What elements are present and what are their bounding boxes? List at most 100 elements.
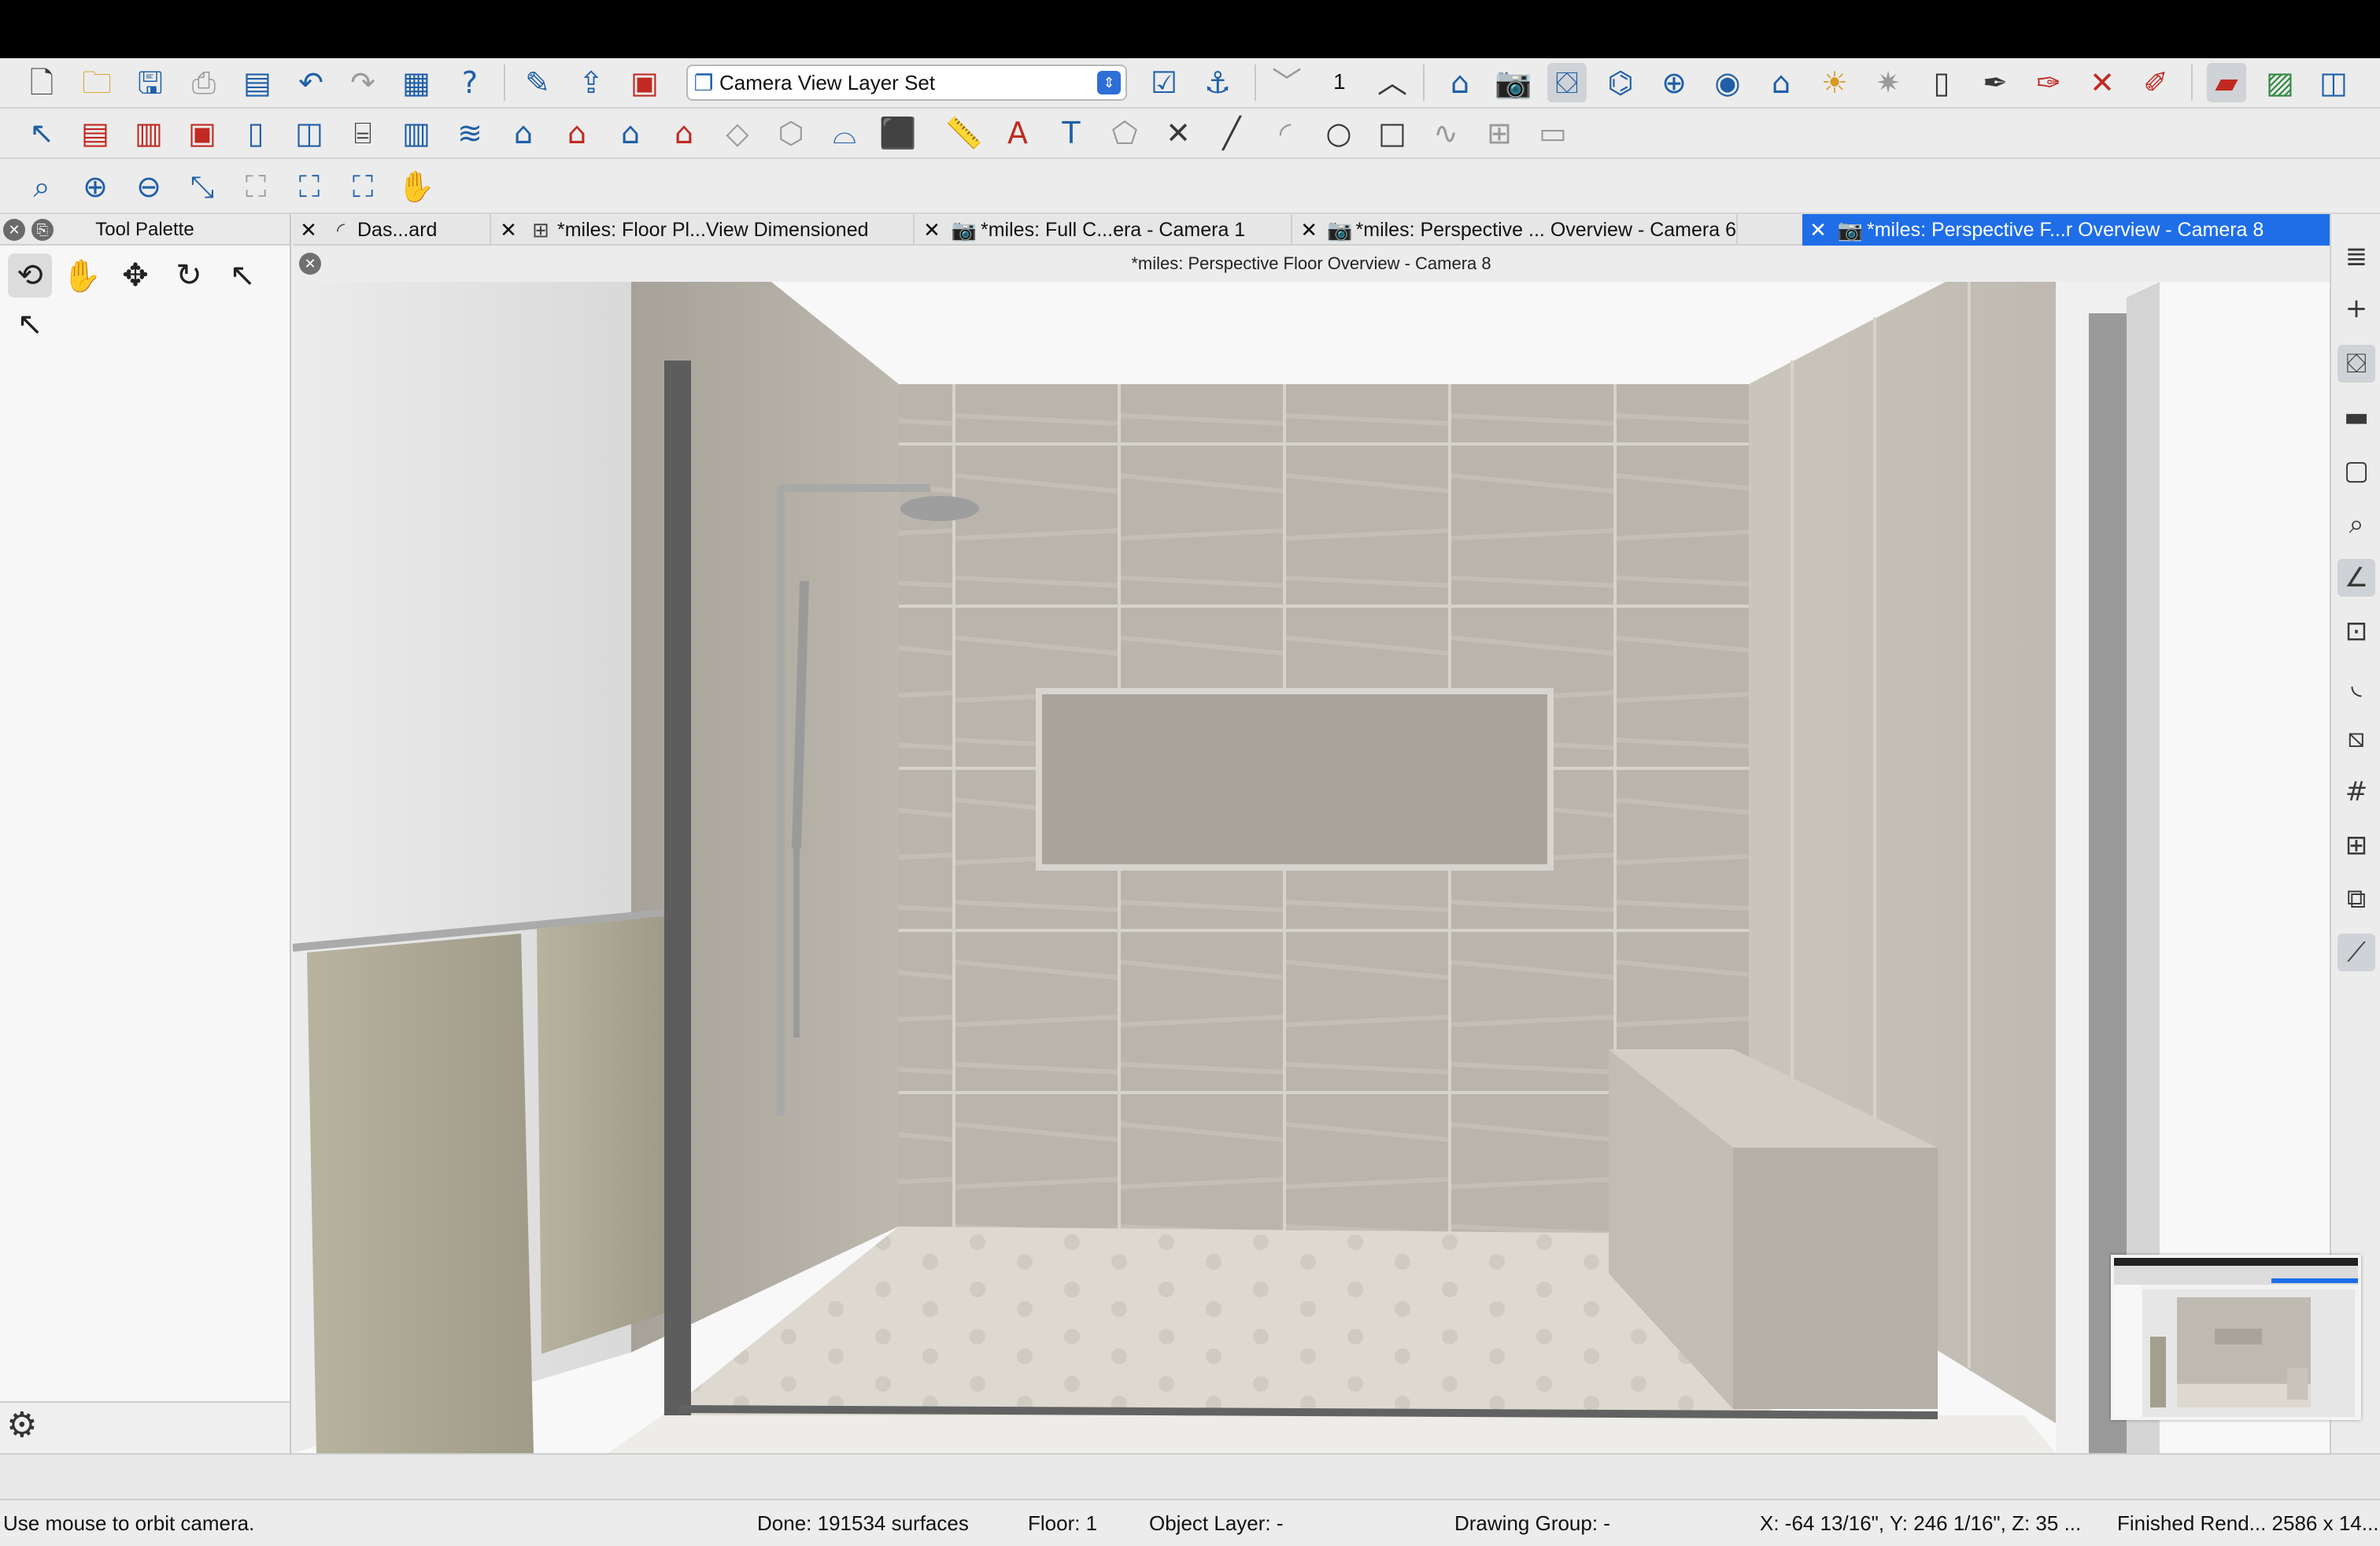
layer-display-icon[interactable]: ▰ <box>2207 63 2246 102</box>
zoom-box-icon[interactable]: ⌕ <box>22 167 61 206</box>
ceiling-icon[interactable]: ⌂ <box>664 113 704 153</box>
molding-icon[interactable]: ⌓ <box>825 113 864 153</box>
anchor-icon[interactable]: ⚓ <box>1198 63 1237 102</box>
add-icon[interactable]: + <box>2338 290 2375 327</box>
3d-render-viewport[interactable] <box>293 282 2330 1453</box>
print-preview-icon[interactable]: ▤ <box>238 63 277 102</box>
window-icon[interactable]: ◫ <box>290 113 329 153</box>
camera-orbit-icon[interactable]: ◉ <box>1708 63 1747 102</box>
material-painter-icon[interactable]: ✑ <box>2029 63 2068 102</box>
door-icon[interactable]: ▯ <box>236 113 275 153</box>
wall-icon[interactable]: ▤ <box>76 113 115 153</box>
layout-icon[interactable]: ▦ <box>397 63 436 102</box>
edit-icon[interactable]: ✎ <box>518 63 557 102</box>
move-tool-icon[interactable]: ✥ <box>113 253 157 298</box>
tab-floor-plan[interactable]: ✕ ⊞ *miles: Floor Pl...View Dimensioned <box>493 214 915 246</box>
railing-icon[interactable]: ▥ <box>129 113 168 153</box>
pencil-icon[interactable]: ✐ <box>2136 63 2175 102</box>
spline-icon[interactable]: ∿ <box>1426 113 1465 153</box>
rooms-icon[interactable]: ▯ <box>1922 63 1961 102</box>
fill-window-icon[interactable]: ⛶ <box>236 167 275 206</box>
stair-icon[interactable]: ⌸ <box>343 113 382 153</box>
dimension-icon[interactable]: A <box>998 113 1037 153</box>
delete-line-icon[interactable]: ✕ <box>1159 113 1198 153</box>
fill-window-content-icon[interactable]: ⛶ <box>290 167 329 206</box>
tab-camera-1[interactable]: ✕ 📷 *miles: Full C...era - Camera 1 <box>916 214 1292 246</box>
close-tab-icon[interactable]: ✕ <box>916 218 948 242</box>
circle-icon[interactable]: ○ <box>1319 113 1358 153</box>
text-icon[interactable]: T <box>1051 113 1091 153</box>
floor-icon[interactable]: ◇ <box>718 113 757 153</box>
cursor-tool-icon[interactable]: ↖ <box>8 302 52 346</box>
terrain-icon[interactable]: ⧅ <box>2338 719 2375 757</box>
undo-icon[interactable]: ↶ <box>291 63 331 102</box>
export-icon[interactable]: ⇪ <box>571 63 611 102</box>
sun-icon[interactable]: ✷ <box>1868 63 1908 102</box>
fit-icon[interactable]: ⛶ <box>343 167 382 206</box>
column-icon[interactable]: ▥ <box>397 113 436 153</box>
house-icon[interactable]: ⌂ <box>1440 63 1480 102</box>
camera-orbit-tool-icon[interactable]: ⟲ <box>8 253 52 298</box>
close-view-icon[interactable]: ✕ <box>299 253 321 275</box>
grid-check-icon[interactable]: ⊞ <box>2338 827 2375 864</box>
save-as-icon[interactable]: ▣ <box>625 63 664 102</box>
close-tab-icon[interactable]: ✕ <box>1802 218 1834 242</box>
dormer-icon[interactable]: ⌂ <box>611 113 650 153</box>
tab-camera-6[interactable]: ✕ 📷 *miles: Perspective ... Overview - C… <box>1294 214 1738 246</box>
split-view-icon[interactable]: ◫ <box>2314 63 2353 102</box>
grid-icon[interactable]: # <box>2338 773 2375 811</box>
open-folder-icon[interactable]: 🗀 <box>77 63 116 102</box>
ruler-icon[interactable]: 📏 <box>944 113 984 153</box>
tab-dashboard[interactable]: ✕ ◜ Das...ard <box>293 214 491 246</box>
page-icon[interactable]: ▢ <box>2338 452 2375 490</box>
light-icon[interactable]: ☀ <box>1815 63 1854 102</box>
curve-icon[interactable]: ◟ <box>2338 666 2375 704</box>
camera-settings-icon[interactable]: ⛋ <box>1547 63 1587 102</box>
palette-close-icon[interactable]: ✕ <box>3 219 25 241</box>
elevation-icon[interactable]: ⌬ <box>1601 63 1640 102</box>
angle-icon[interactable]: ∠ <box>2338 559 2375 597</box>
help-icon[interactable]: ? <box>450 63 490 102</box>
floor-up-icon[interactable]: ︿ <box>1373 63 1412 102</box>
line-icon[interactable]: ╱ <box>1212 113 1251 153</box>
gear-icon[interactable]: ⚙ <box>6 1405 37 1445</box>
material-icon[interactable]: ⛋ <box>2338 345 2375 383</box>
wall-type-icon[interactable]: ▬ <box>2338 398 2375 436</box>
layer-set-dropdown[interactable]: ❐ Camera View Layer Set ⇕ <box>686 65 1127 101</box>
pan-tool-icon[interactable]: ✋ <box>60 253 104 298</box>
tab-camera-8[interactable]: ✕ 📷 *miles: Perspective F...r Overview -… <box>1802 214 2336 246</box>
gable-icon[interactable]: ⌂ <box>557 113 597 153</box>
zoom-in-icon[interactable]: ⊕ <box>76 167 115 206</box>
library-icon[interactable]: ⊞ <box>1480 113 1519 153</box>
transform-icon[interactable]: ⧉ <box>2338 880 2375 918</box>
close-tab-icon[interactable]: ✕ <box>1294 218 1324 242</box>
cad-icon[interactable]: ▭ <box>1533 113 1572 153</box>
walkthrough-icon[interactable]: ⊕ <box>1654 63 1694 102</box>
render-thumbnail[interactable] <box>2111 1255 2361 1420</box>
zoom-out-icon[interactable]: ⊖ <box>129 167 168 206</box>
framing-icon[interactable]: ≋ <box>450 113 490 153</box>
close-tab-icon[interactable]: ✕ <box>293 218 324 242</box>
rectangle-icon[interactable]: □ <box>1373 113 1412 153</box>
select-tool-icon[interactable]: ↖ <box>220 253 264 298</box>
palette-float-icon[interactable]: ⎘ <box>31 219 54 241</box>
slab-icon[interactable]: ⬡ <box>771 113 811 153</box>
save-icon[interactable]: 🖫 <box>131 63 170 102</box>
box-icon[interactable]: ⬛ <box>878 113 918 153</box>
print-icon[interactable]: ⎙ <box>184 63 224 102</box>
shape-icon[interactable]: ⬠ <box>1105 113 1144 153</box>
undo-zoom-icon[interactable]: ⤡ <box>183 167 222 206</box>
rotate-tool-icon[interactable]: ↻ <box>167 253 211 298</box>
cabinet-icon[interactable]: ▣ <box>183 113 222 153</box>
select-icon[interactable]: ↖ <box>22 113 61 153</box>
home-icon[interactable]: ⌂ <box>1761 63 1801 102</box>
zoom-page-icon[interactable]: ⌕ <box>2338 505 2375 543</box>
arc-icon[interactable]: ◜ <box>1266 113 1305 153</box>
floor-down-icon[interactable]: ﹀ <box>1267 63 1306 102</box>
layer-icon[interactable]: ≣ <box>2338 238 2375 276</box>
redo-icon[interactable]: ↷ <box>343 63 382 102</box>
new-file-icon[interactable]: 🗋 <box>22 63 61 102</box>
roof-icon[interactable]: ⌂ <box>504 113 543 153</box>
close-tab-icon[interactable]: ✕ <box>493 218 524 242</box>
pan-icon[interactable]: ✋ <box>397 167 436 206</box>
